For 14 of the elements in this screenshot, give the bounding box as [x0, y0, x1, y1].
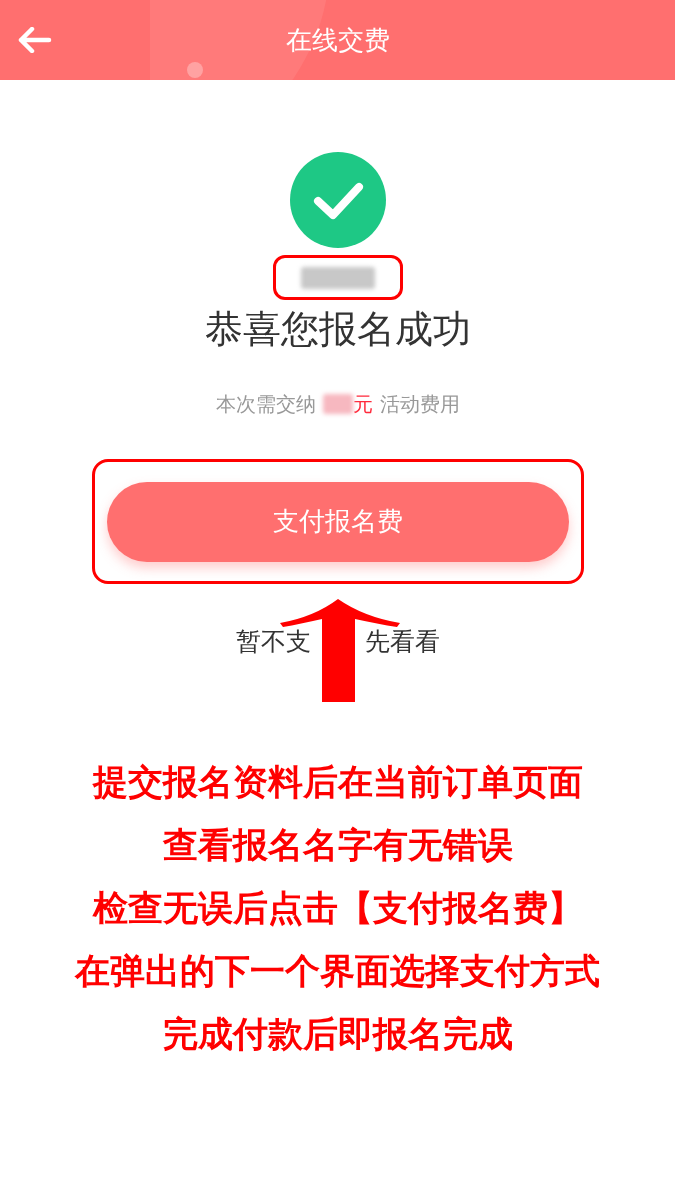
fee-suffix: 活动费用	[379, 391, 460, 418]
success-heading: 恭喜您报名成功	[204, 306, 471, 352]
skip-payment-link[interactable]: 暂不支	[235, 627, 311, 657]
back-arrow-icon[interactable]	[18, 27, 52, 53]
blurred-amount	[322, 394, 353, 414]
page-title: 在线交费	[285, 27, 390, 53]
instruction-text: 检查无误后点击【支付报名费】	[92, 887, 583, 930]
instruction-text: 在弹出的下一个界面选择支付方式	[75, 950, 600, 993]
fee-currency: 元	[352, 391, 373, 418]
skip-payment-link[interactable]: 先看看	[364, 627, 440, 657]
instruction-text: 提交报名资料后在当前订单页面	[92, 761, 583, 804]
fee-prefix: 本次需交纳	[215, 391, 316, 418]
instruction-text: 查看报名名字有无错误	[162, 824, 513, 867]
instruction-text: 完成付款后即报名完成	[162, 1013, 513, 1056]
